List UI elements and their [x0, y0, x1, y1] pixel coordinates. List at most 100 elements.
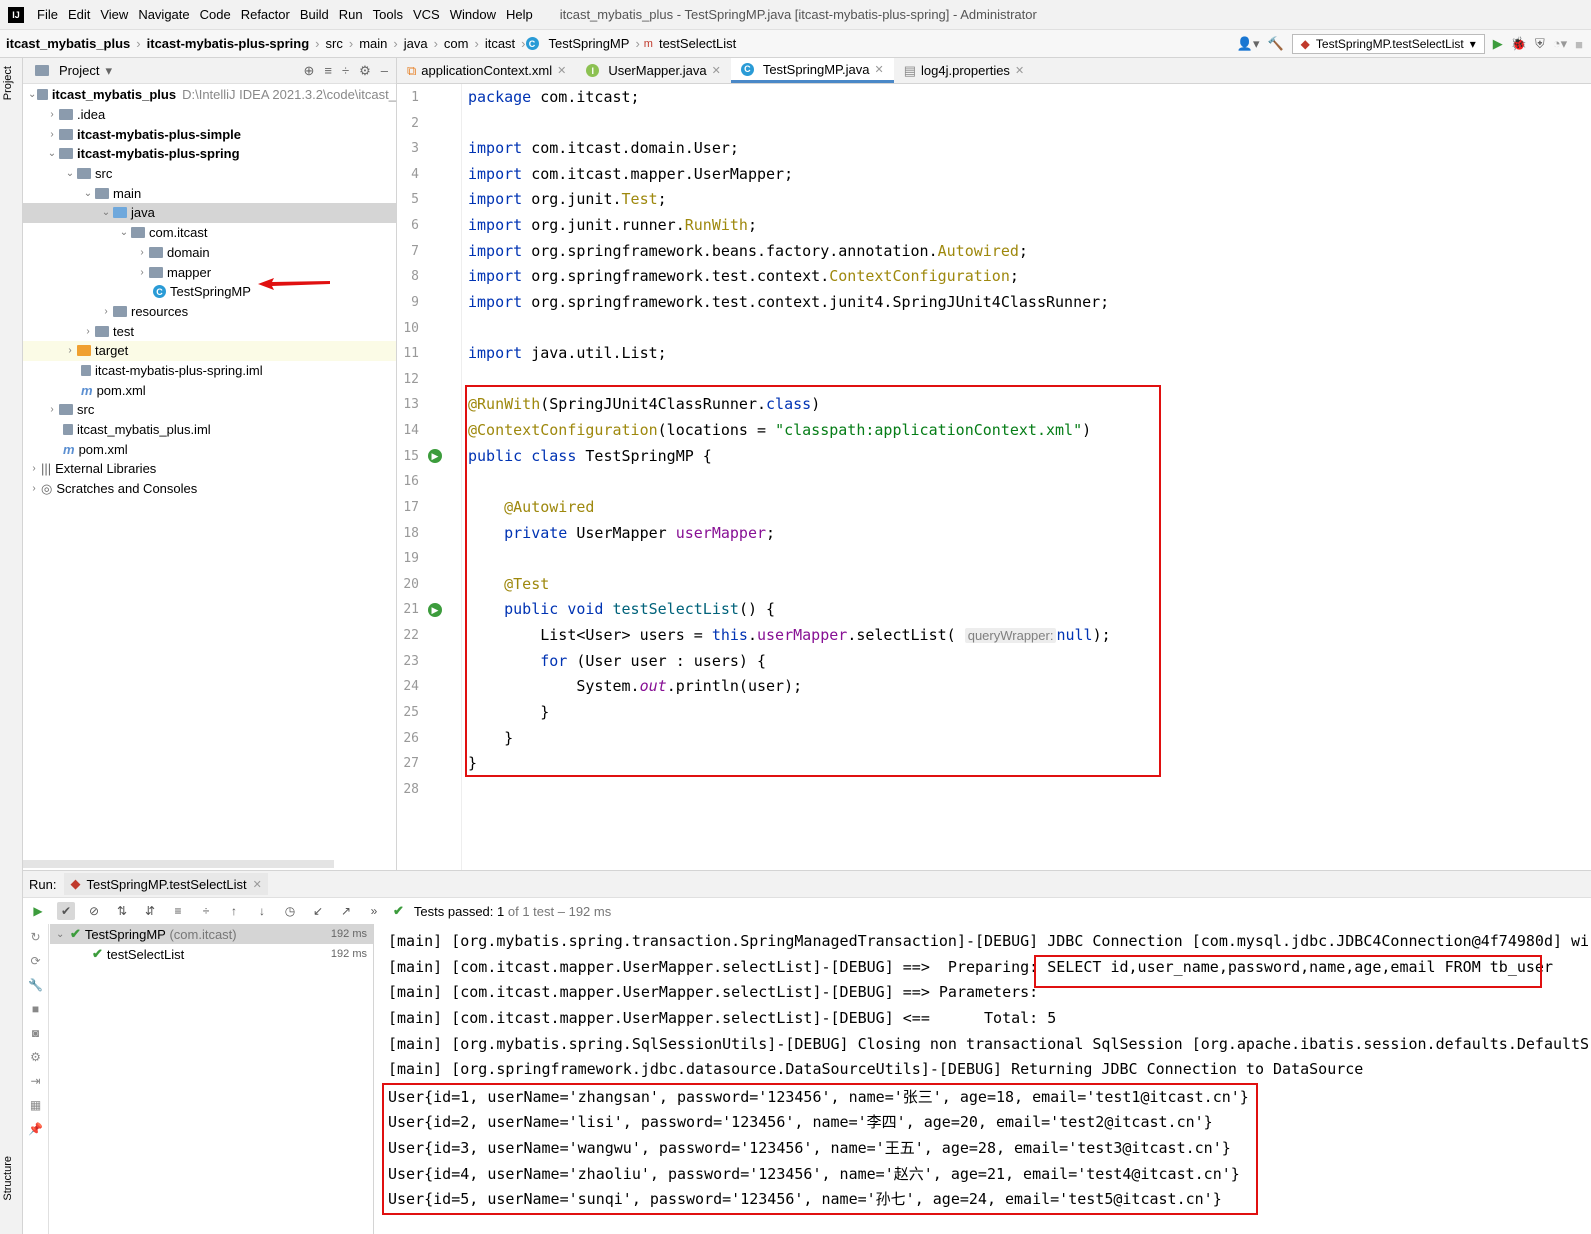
history-icon[interactable]: ◷ — [281, 902, 299, 920]
tree-item-spring-iml[interactable]: itcast-mybatis-plus-spring.iml — [23, 361, 396, 381]
locate-icon[interactable]: ⊕ — [303, 63, 314, 79]
profile-icon[interactable]: ◔▾ — [1553, 36, 1567, 52]
tab-log4j[interactable]: ▤ log4j.properties ✕ — [894, 58, 1034, 83]
run-icon[interactable]: ▶ — [1493, 36, 1503, 52]
breadcrumb-src[interactable]: src — [320, 36, 349, 51]
rerun-failed-icon[interactable]: ↻ — [30, 930, 40, 944]
tab-user-mapper[interactable]: I UserMapper.java ✕ — [576, 58, 731, 83]
tab-test-spring-mp[interactable]: C TestSpringMP.java ✕ — [730, 58, 894, 83]
menu-build[interactable]: Build — [295, 7, 334, 22]
export-icon[interactable]: ↗ — [337, 902, 355, 920]
stop-icon[interactable]: ■ — [1575, 37, 1583, 52]
gear-icon[interactable]: ⚙ — [359, 63, 371, 79]
breadcrumb-com[interactable]: com — [438, 36, 475, 51]
run-tab[interactable]: ◆ TestSpringMP.testSelectList ✕ — [64, 873, 268, 895]
tree-item-java[interactable]: ⌄ java — [23, 203, 396, 223]
wrench-icon[interactable]: 🔧 — [28, 978, 43, 992]
tree-item-main[interactable]: ⌄ main — [23, 183, 396, 203]
tree-item-resources[interactable]: › resources — [23, 302, 396, 322]
close-icon[interactable]: ✕ — [875, 63, 884, 76]
menu-view[interactable]: View — [95, 7, 133, 22]
menu-window[interactable]: Window — [445, 7, 501, 22]
expand-all-icon[interactable]: ≡ — [169, 902, 187, 920]
stop-icon[interactable]: ■ — [32, 1002, 39, 1016]
user-icon[interactable]: 👤▾ — [1237, 36, 1260, 52]
menu-vcs[interactable]: VCS — [408, 7, 445, 22]
tree-item-spring-pom[interactable]: m pom.xml — [23, 380, 396, 400]
menu-navigate[interactable]: Navigate — [133, 7, 194, 22]
tree-item-idea[interactable]: › .idea — [23, 105, 396, 125]
next-icon[interactable]: ↓ — [253, 902, 271, 920]
run-test-class-gutter-icon[interactable]: ▶ — [428, 449, 442, 463]
project-horizontal-scrollbar[interactable] — [23, 860, 334, 868]
camera-icon[interactable]: ◙ — [32, 1026, 39, 1040]
menu-help[interactable]: Help — [501, 7, 538, 22]
tree-item-src[interactable]: ⌄ src — [23, 164, 396, 184]
line-number: 5 — [411, 192, 419, 207]
build-hammer-icon[interactable]: 🔨 — [1267, 36, 1283, 52]
menu-edit[interactable]: Edit — [63, 7, 95, 22]
tree-item-spring[interactable]: ⌄ itcast-mybatis-plus-spring — [23, 144, 396, 164]
menu-file[interactable]: File — [32, 7, 63, 22]
tree-item-mapper[interactable]: › mapper — [23, 262, 396, 282]
breadcrumb-class[interactable]: TestSpringMP — [543, 36, 636, 51]
debug-icon[interactable]: 🐞 — [1511, 36, 1527, 52]
toggle-auto-test-icon[interactable]: ⟳ — [30, 954, 40, 968]
tab-application-context[interactable]: ⧉ applicationContext.xml ✕ — [397, 58, 576, 83]
tree-item-external-libraries[interactable]: › ||| External Libraries — [23, 459, 396, 479]
collapse-all-icon[interactable]: ÷ — [197, 902, 215, 920]
sort-alpha-icon[interactable]: ⇅ — [113, 902, 131, 920]
close-icon[interactable]: ✕ — [712, 64, 721, 77]
breadcrumb-itcast[interactable]: itcast — [479, 36, 521, 51]
code-highlight-box — [465, 385, 1161, 777]
collapse-all-icon[interactable]: ÷ — [342, 63, 349, 79]
tree-item-root-iml[interactable]: itcast_mybatis_plus.iml — [23, 420, 396, 440]
more-icon[interactable]: » — [365, 902, 383, 920]
close-icon[interactable]: ✕ — [557, 64, 566, 77]
close-icon[interactable]: ✕ — [1015, 64, 1024, 77]
breadcrumb-method[interactable]: testSelectList — [653, 36, 742, 51]
test-class-row[interactable]: ⌄ ✔ TestSpringMP (com.itcast) 192 ms — [50, 924, 373, 944]
menu-refactor[interactable]: Refactor — [236, 7, 295, 22]
breadcrumb-project[interactable]: itcast_mybatis_plus — [0, 36, 136, 51]
tree-item-root-src[interactable]: › src — [23, 400, 396, 420]
tree-item-root[interactable]: ⌄ itcast_mybatis_plus D:\IntelliJ IDEA 202… — [23, 85, 396, 105]
breadcrumb-java[interactable]: java — [398, 36, 434, 51]
show-ignored-icon[interactable]: ⊘ — [85, 902, 103, 920]
tree-item-scratches[interactable]: › ◎ Scratches and Consoles — [23, 479, 396, 499]
rerun-icon[interactable]: ▶ — [29, 902, 47, 920]
menu-tools[interactable]: Tools — [368, 7, 408, 22]
scratches-icon: ◎ — [41, 480, 53, 496]
pin-icon[interactable]: 📌 — [28, 1122, 43, 1136]
show-passed-icon[interactable]: ✔ — [57, 902, 75, 920]
expand-all-icon[interactable]: ≡ — [324, 63, 332, 79]
run-config-select[interactable]: ◆ TestSpringMP.testSelectList ▾ — [1291, 34, 1485, 54]
xml-file-icon: ⧉ — [407, 62, 417, 78]
tree-item-testspringmp[interactable]: C TestSpringMP — [23, 282, 396, 302]
structure-tool-tab[interactable]: Structure — [2, 1156, 14, 1201]
tree-item-root-pom[interactable]: m pom.xml — [23, 439, 396, 459]
sort-duration-icon[interactable]: ⇵ — [141, 902, 159, 920]
run-test-method-gutter-icon[interactable]: ▶ — [428, 603, 442, 617]
breadcrumb-main[interactable]: main — [353, 36, 393, 51]
tree-item-target[interactable]: › target — [23, 340, 396, 361]
test-method-row[interactable]: ✔ testSelectList 192 ms — [50, 944, 373, 964]
project-tool-tab[interactable]: Project — [2, 66, 14, 100]
breadcrumb-module[interactable]: itcast-mybatis-plus-spring — [141, 36, 316, 51]
hide-icon[interactable]: – — [381, 63, 388, 79]
project-panel-title[interactable]: Project — [59, 63, 99, 78]
exit-icon[interactable]: ⇥ — [30, 1074, 40, 1088]
class-icon: C — [740, 62, 754, 76]
coverage-icon[interactable]: ⛨ — [1535, 36, 1545, 52]
tree-item-domain[interactable]: › domain — [23, 243, 396, 263]
import-icon[interactable]: ↙ — [309, 902, 327, 920]
layout-icon[interactable]: ▦ — [30, 1098, 41, 1112]
close-icon[interactable]: ✕ — [253, 878, 262, 891]
tree-item-simple[interactable]: › itcast-mybatis-plus-simple — [23, 124, 396, 144]
menu-run[interactable]: Run — [334, 7, 368, 22]
menu-code[interactable]: Code — [195, 7, 236, 22]
tree-item-test[interactable]: › test — [23, 321, 396, 341]
gear-icon[interactable]: ⚙ — [30, 1050, 41, 1064]
previous-icon[interactable]: ↑ — [225, 902, 243, 920]
tree-item-com-itcast[interactable]: ⌄ com.itcast — [23, 223, 396, 243]
